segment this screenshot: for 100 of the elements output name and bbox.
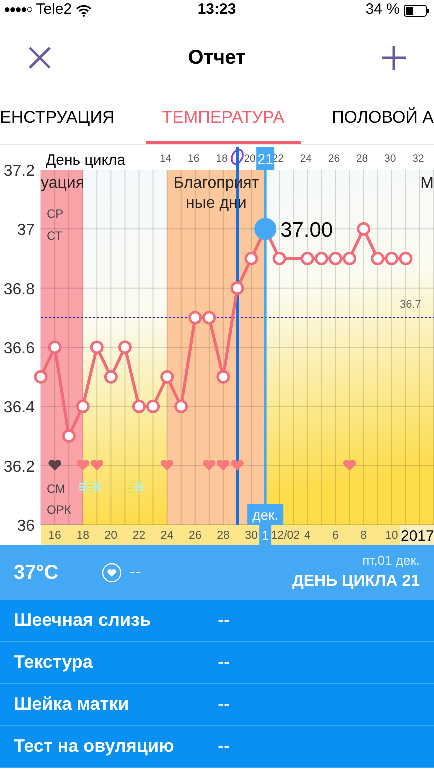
list-row[interactable]: Текстура -- bbox=[0, 642, 434, 684]
data-point bbox=[48, 340, 62, 354]
axis-label: 12/02 bbox=[271, 530, 300, 542]
axis-label: 20 bbox=[104, 530, 118, 542]
data-point bbox=[216, 370, 230, 384]
axis-label: 14 bbox=[160, 153, 172, 165]
data-point bbox=[385, 252, 399, 266]
axis-label: 28 bbox=[356, 153, 368, 165]
data-point bbox=[272, 252, 286, 266]
signal-dots: ●●●●○ bbox=[4, 3, 32, 18]
data-point bbox=[343, 252, 357, 266]
data-point bbox=[90, 340, 104, 354]
data-point bbox=[314, 252, 328, 266]
data-point bbox=[188, 311, 202, 325]
date-label: пт,01 дек. bbox=[362, 552, 420, 570]
data-point bbox=[329, 252, 342, 266]
band-label: М bbox=[420, 174, 434, 194]
intercourse-value: -- bbox=[130, 562, 142, 582]
axis-label: 24 bbox=[300, 153, 312, 165]
tab[interactable]: ЕНСТРУАЦИЯ bbox=[0, 95, 115, 144]
list-row[interactable]: Шейка матки -- bbox=[0, 684, 434, 726]
data-point bbox=[300, 252, 314, 266]
month-tag: дек. bbox=[248, 504, 284, 525]
data-point bbox=[104, 370, 118, 384]
data-point bbox=[399, 252, 413, 266]
axis-label: 20 bbox=[244, 153, 256, 165]
clock-time: 13:23 bbox=[198, 0, 236, 20]
row-label: СМ bbox=[47, 482, 66, 496]
data-point bbox=[146, 400, 160, 414]
axis-label: 8 bbox=[360, 530, 368, 542]
row-value: -- bbox=[218, 651, 230, 674]
data-point bbox=[244, 252, 258, 266]
data-point bbox=[34, 370, 48, 384]
row-label: Шеечная слизь bbox=[14, 609, 152, 632]
axis-label: 4 bbox=[304, 530, 311, 542]
battery-icon bbox=[404, 4, 430, 16]
day-tag: 21 bbox=[256, 147, 275, 170]
axis-label: 16 bbox=[188, 153, 200, 165]
axis-label: 26 bbox=[328, 153, 340, 165]
axis-label: 18 bbox=[216, 153, 228, 165]
data-point bbox=[371, 252, 385, 266]
reference-label: 36.7 bbox=[400, 298, 422, 311]
row-label: СР bbox=[47, 207, 64, 221]
row-label: Текстура bbox=[14, 651, 94, 674]
note-icon bbox=[93, 483, 102, 491]
value-label: 37.00 bbox=[280, 219, 334, 242]
temperature-reading: 37°C bbox=[14, 560, 60, 586]
selected-point bbox=[254, 218, 277, 240]
plus-icon bbox=[382, 46, 406, 70]
battery-percent: 34 % bbox=[366, 0, 400, 20]
data-point bbox=[132, 400, 146, 414]
axis-label: 36.2 bbox=[4, 458, 35, 476]
data-point bbox=[357, 222, 371, 236]
row-value: -- bbox=[218, 609, 230, 632]
note-icon bbox=[135, 483, 144, 491]
year-label: 2017 bbox=[400, 525, 434, 545]
axis-label: 18 bbox=[76, 530, 90, 542]
axis-label: 6 bbox=[332, 530, 339, 542]
row-label: ОРК bbox=[47, 503, 72, 517]
axis-title: День цикла bbox=[46, 152, 126, 169]
axis-label: 28 bbox=[217, 530, 230, 542]
close-icon bbox=[28, 46, 52, 70]
axis-label: 22 bbox=[132, 530, 146, 542]
tab[interactable]: ПОЛОВОЙ А bbox=[332, 95, 434, 144]
data-point bbox=[118, 340, 132, 354]
row-label: Тест на овуляцию bbox=[14, 735, 176, 758]
screen-title: Отчет bbox=[188, 46, 246, 71]
row-label: Шейка матки bbox=[14, 693, 130, 716]
cycle-day-label: ДЕНЬ ЦИКЛА 21 bbox=[292, 572, 420, 592]
axis-label: 36.4 bbox=[4, 400, 35, 417]
tab[interactable]: ТЕМПЕРАТУРА bbox=[146, 95, 301, 144]
list-row[interactable]: Тест на овуляцию -- bbox=[0, 726, 434, 768]
row-label: СТ bbox=[47, 229, 63, 243]
band-label: уация bbox=[41, 174, 84, 194]
data-point bbox=[62, 430, 76, 443]
note-icon bbox=[79, 483, 88, 491]
axis-label: 36.6 bbox=[4, 340, 35, 358]
date-tag: 1 bbox=[260, 525, 272, 545]
axis-label: 36 bbox=[17, 518, 35, 535]
data-point bbox=[76, 400, 90, 414]
axis-label: 16 bbox=[48, 530, 62, 542]
axis-label: 30 bbox=[384, 153, 396, 165]
axis-label: 37 bbox=[17, 222, 35, 240]
wifi-icon bbox=[76, 4, 92, 16]
ovulation-marker-icon bbox=[231, 148, 244, 166]
data-point bbox=[230, 282, 244, 296]
carrier-name: Tele2 bbox=[36, 0, 72, 20]
axis-label: 26 bbox=[189, 530, 202, 542]
row-value: -- bbox=[218, 693, 230, 716]
axis-label: 10 bbox=[386, 530, 398, 542]
axis-label: 24 bbox=[160, 530, 174, 542]
data-point bbox=[202, 311, 216, 325]
axis-label: 32 bbox=[412, 153, 424, 165]
list-row[interactable]: Шеечная слизь -- bbox=[0, 600, 434, 642]
axis-label: 37.2 bbox=[4, 163, 35, 180]
data-point bbox=[160, 370, 174, 384]
axis-label: 30 bbox=[245, 530, 258, 542]
axis-label: 36.8 bbox=[4, 281, 35, 298]
data-point bbox=[174, 400, 188, 414]
row-value: -- bbox=[218, 735, 230, 758]
